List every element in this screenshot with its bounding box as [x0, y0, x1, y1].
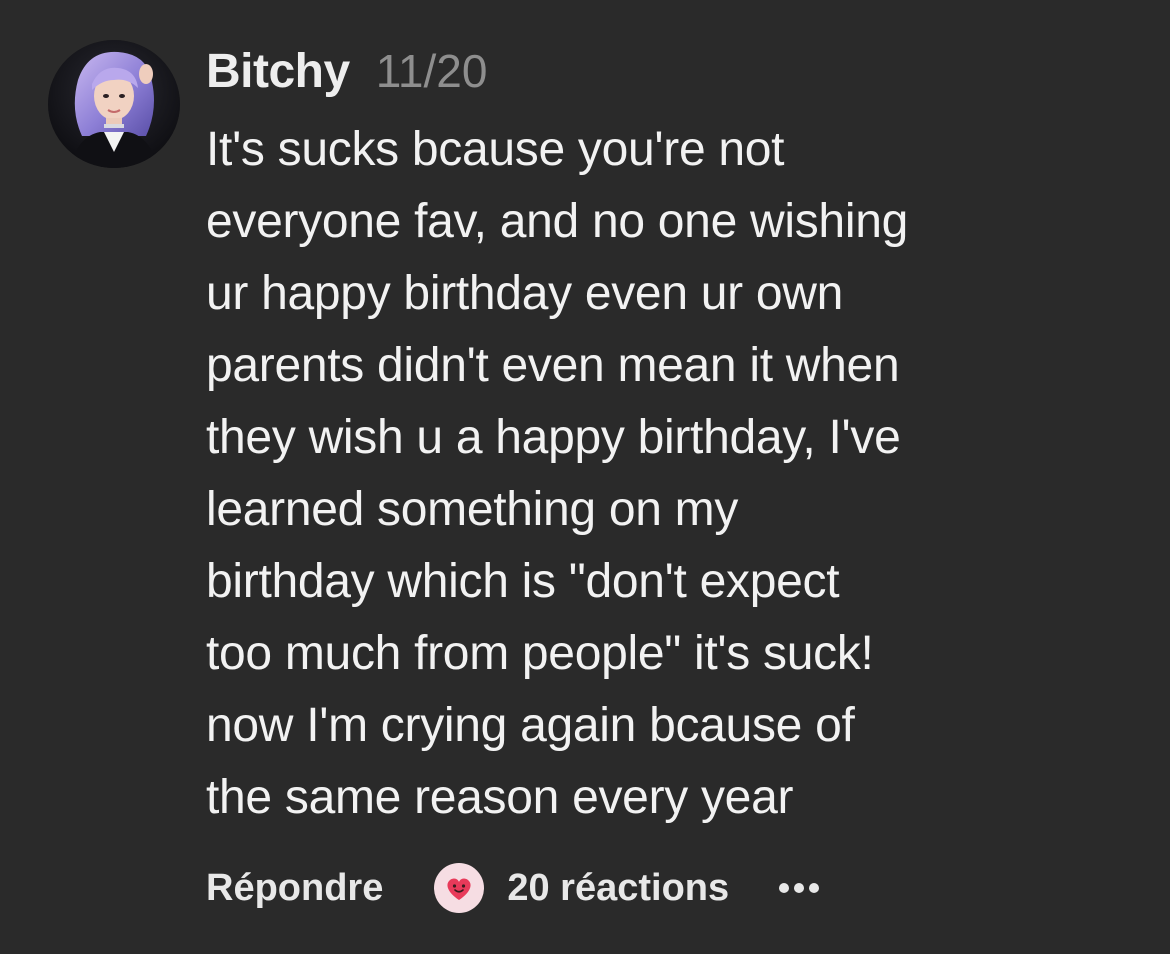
comment-line: now I'm crying again bcause of [206, 699, 855, 752]
comment-header: Bitchy 11/20 [206, 44, 1126, 110]
comment-line: It's sucks bcause you're not [206, 123, 785, 176]
comment-date: 11/20 [375, 45, 488, 97]
username[interactable]: Bitchy [206, 44, 350, 99]
comment-line: parents didn't even mean it when [206, 339, 900, 392]
dot [809, 883, 820, 893]
comment-line: too much from people" it's suck! [206, 627, 874, 680]
comment: Bitchy 11/20 It's sucks bcause you're no… [206, 44, 1126, 834]
comment-line: birthday which is "don't expect [206, 555, 840, 608]
smiling-heart-face-icon[interactable] [433, 862, 485, 914]
comment-actions: Répondre 20 réactions [206, 856, 820, 920]
more-dots-icon[interactable] [779, 883, 820, 893]
dot [794, 883, 805, 893]
reactions-count[interactable]: 20 réactions [507, 867, 729, 910]
avatar[interactable] [48, 40, 180, 168]
comment-line: the same reason every year [206, 771, 794, 824]
comment-line: they wish u a happy birthday, I've [206, 411, 901, 464]
dot [779, 883, 790, 893]
comment-body: It's sucks bcause you're not everyone fa… [206, 114, 1126, 834]
comment-line: everyone fav, and no one wishing [206, 195, 908, 248]
comment-line: ur happy birthday even ur own [206, 267, 844, 320]
avatar-image [48, 40, 180, 168]
reply-button[interactable]: Répondre [206, 867, 383, 910]
comment-line: learned something on my [206, 483, 739, 536]
